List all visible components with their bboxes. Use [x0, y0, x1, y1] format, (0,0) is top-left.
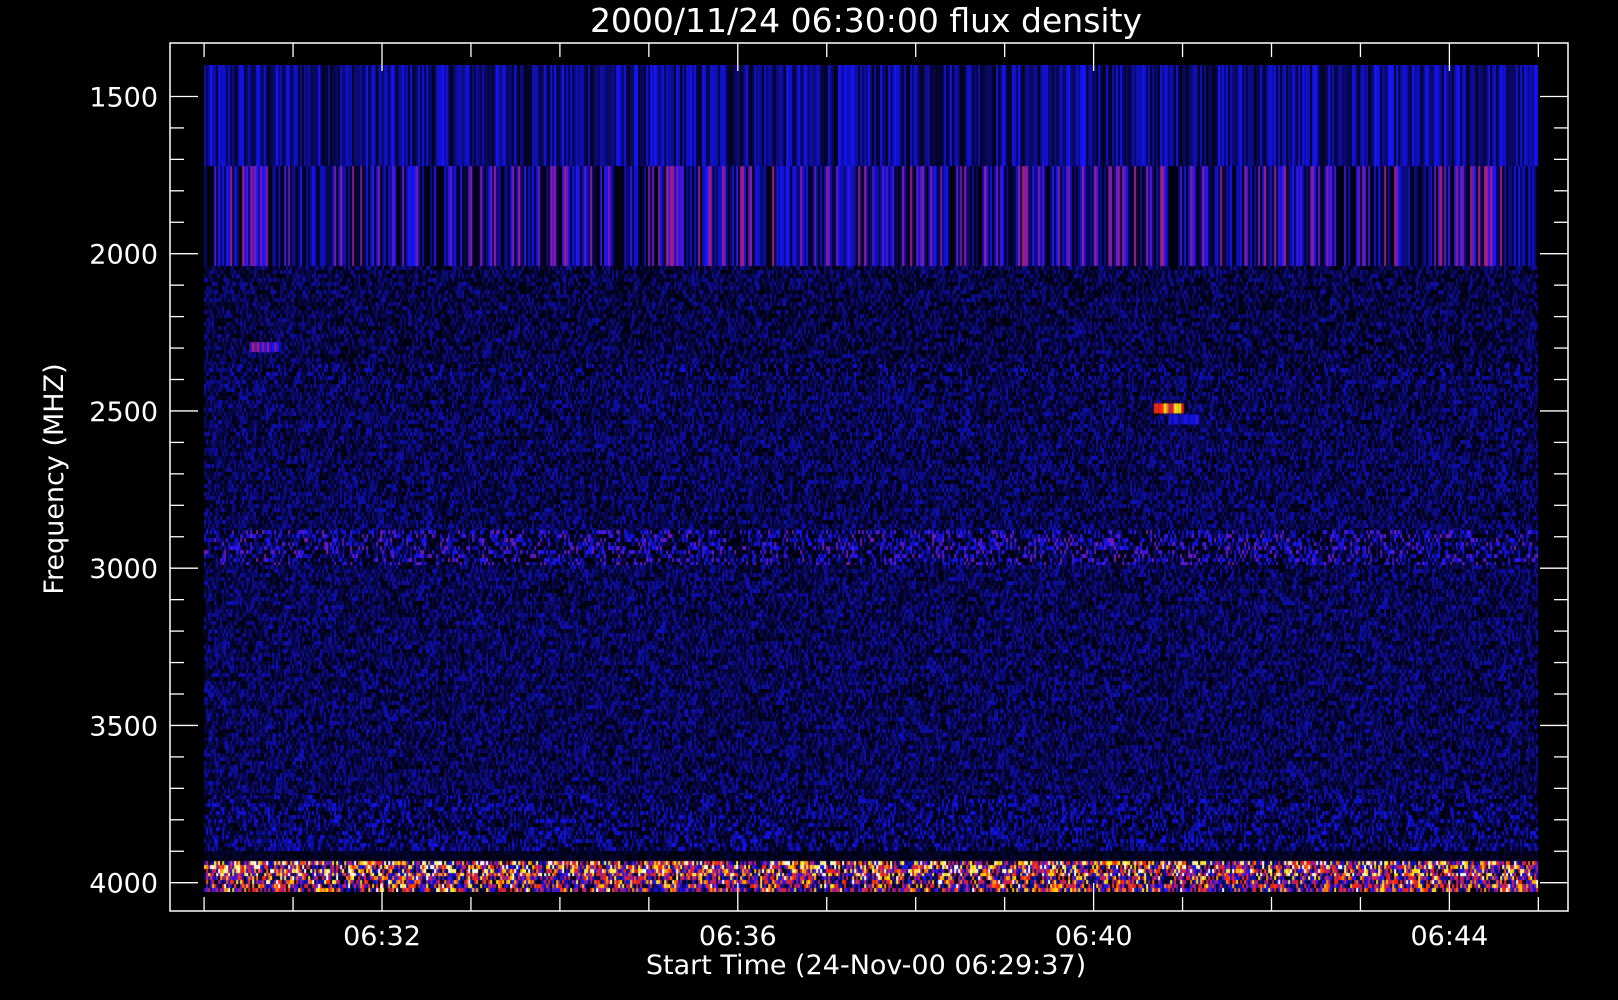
x-tick-label: 06:36	[699, 921, 777, 952]
y-tick-label: 2500	[89, 397, 158, 428]
y-tick-labels: 1500 2000 2500 3000 3500 4000	[89, 82, 158, 899]
y-axis-label: Frequency (MHZ)	[39, 363, 70, 594]
x-tick-labels: 06:32 06:36 06:40 06:44	[343, 921, 1488, 952]
x-tick-label: 06:32	[343, 921, 421, 952]
y-tick-label: 4000	[89, 869, 158, 900]
x-tick-label: 06:40	[1055, 921, 1133, 952]
y-tick-label: 2000	[89, 240, 158, 271]
y-tick-label: 3000	[89, 554, 158, 585]
x-tick-label: 06:44	[1410, 921, 1488, 952]
y-tick-label: 3500	[89, 711, 158, 742]
spectrogram-chart: 2000/11/24 06:30:00 flux density 1500 200…	[39, 1, 1569, 981]
x-axis-label: Start Time (24-Nov-00 06:29:37)	[646, 950, 1086, 981]
spectrogram-heatmap	[204, 65, 1539, 893]
spectrogram-image	[204, 65, 1539, 893]
y-tick-label: 1500	[89, 82, 158, 113]
chart-title: 2000/11/24 06:30:00 flux density	[590, 1, 1142, 40]
